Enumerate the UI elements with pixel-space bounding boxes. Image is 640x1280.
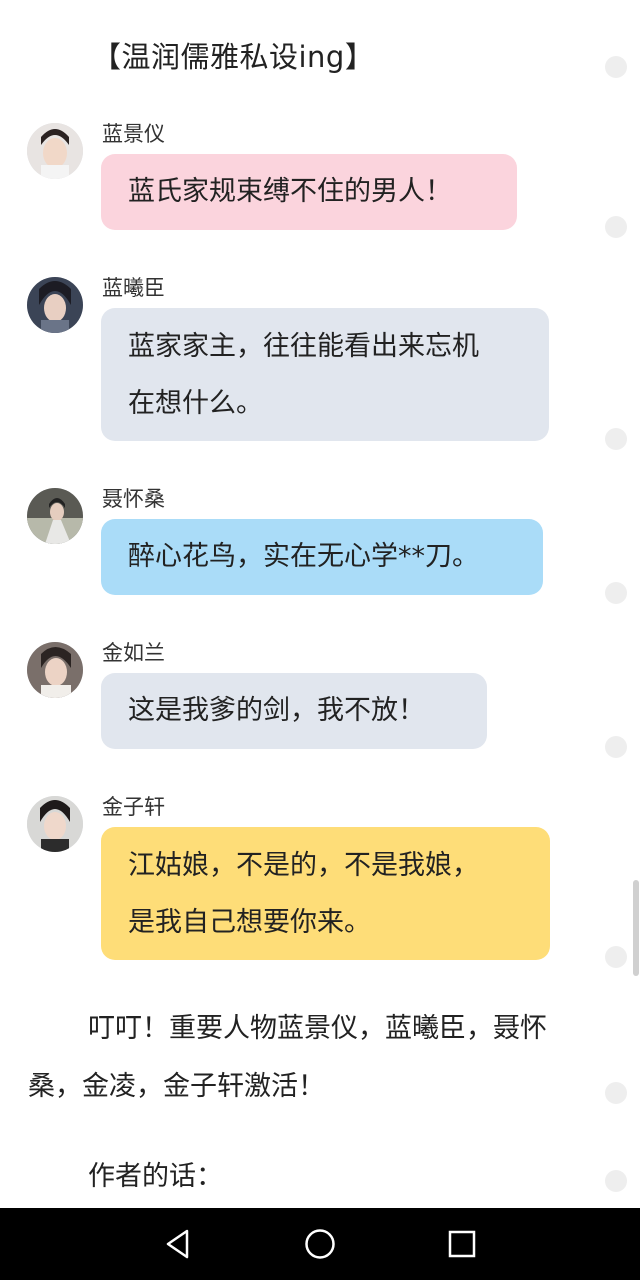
paragraph-comment-dot[interactable] xyxy=(605,1170,627,1192)
paragraph-comment-dot[interactable] xyxy=(605,736,627,758)
chapter-heading: 【温润儒雅私设ing】 xyxy=(92,40,375,74)
paragraph-comment-dot[interactable] xyxy=(605,216,627,238)
paragraph-comment-dot[interactable] xyxy=(605,1082,627,1104)
message-bubble[interactable]: 江姑娘，不是的，不是我娘， 是我自己想要你来。 xyxy=(101,827,550,960)
sender-name: 聂怀桑 xyxy=(102,487,165,511)
paragraph-comment-dot[interactable] xyxy=(605,428,627,450)
avatar[interactable] xyxy=(27,488,83,544)
scrollbar[interactable] xyxy=(633,880,639,976)
sender-name: 金子轩 xyxy=(102,795,165,819)
paragraph-comment-dot[interactable] xyxy=(605,582,627,604)
author-note-label: 作者的话： xyxy=(88,1161,223,1192)
avatar[interactable] xyxy=(27,642,83,698)
recents-icon[interactable] xyxy=(440,1222,484,1266)
narration-text: 叮叮！重要人物蓝景仪，蓝曦臣，聂怀桑，金凌，金子轩激活！ xyxy=(28,1013,547,1102)
message-bubble[interactable]: 蓝家家主，往往能看出来忘机 在想什么。 xyxy=(101,308,549,441)
message-bubble[interactable]: 蓝氏家规束缚不住的男人！ xyxy=(101,154,517,230)
paragraph-comment-dot[interactable] xyxy=(605,946,627,968)
paragraph-comment-dot[interactable] xyxy=(605,56,627,78)
sender-name: 蓝曦臣 xyxy=(102,276,165,300)
back-icon[interactable] xyxy=(156,1222,200,1266)
avatar[interactable] xyxy=(27,123,83,179)
avatar[interactable] xyxy=(27,277,83,333)
system-nav-bar xyxy=(0,1208,640,1280)
sender-name: 金如兰 xyxy=(102,641,165,665)
avatar[interactable] xyxy=(27,796,83,852)
message-bubble[interactable]: 这是我爹的剑，我不放！ xyxy=(101,673,487,749)
home-icon[interactable] xyxy=(298,1222,342,1266)
message-bubble[interactable]: 醉心花鸟，实在无心学**刀。 xyxy=(101,519,543,595)
sender-name: 蓝景仪 xyxy=(102,122,165,146)
